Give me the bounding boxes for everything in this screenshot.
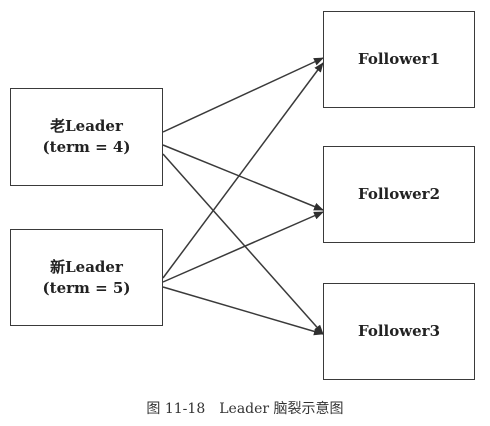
figure-caption: 图 11-18 Leader 脑裂示意图 [0, 398, 490, 418]
follower3-label: Follower3 [357, 322, 441, 340]
follower1-box: Follower1 [323, 11, 475, 108]
new-leader-title: 新Leader [50, 257, 123, 276]
follower2-box: Follower2 [323, 146, 475, 243]
old-leader-title: 老Leader [50, 117, 123, 135]
follower2-label: Follower2 [357, 185, 441, 203]
new-leader-box: 新Leader (term = 5) [10, 229, 163, 326]
figure-number: 图 11-18 [146, 401, 206, 417]
follower1-label: Follower1 [357, 50, 441, 68]
diagram-canvas: 老Leader (term = 4) 新Leader (term = 5) Fo… [0, 0, 490, 426]
old-leader-term: (term = 4) [42, 138, 131, 156]
arrow-new-leader-to-follower3 [162, 286, 324, 336]
figure-title: Leader 脑裂示意图 [219, 401, 344, 417]
follower3-box: Follower3 [323, 283, 475, 380]
arrow-old-leader-to-follower2 [162, 144, 324, 211]
new-leader-term: (term = 5) [42, 278, 131, 297]
old-leader-box: 老Leader (term = 4) [10, 88, 163, 186]
arrow-old-leader-to-follower3 [162, 153, 324, 335]
